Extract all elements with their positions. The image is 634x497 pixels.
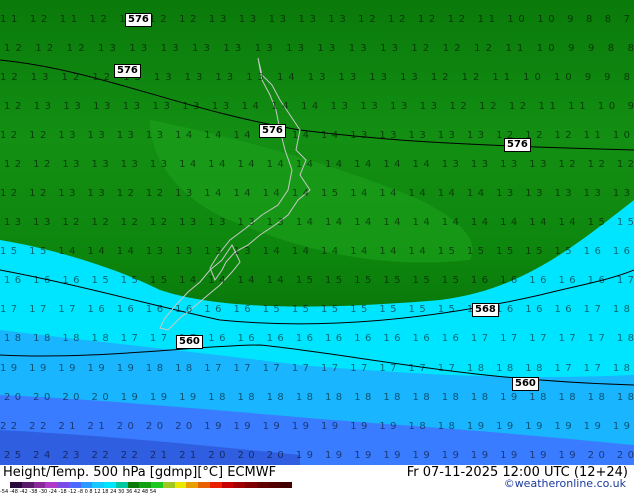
colorbar-swatch [33,482,46,488]
contour-label: 576 [259,124,286,138]
site-credit[interactable]: ©weatheronline.co.uk [504,477,626,490]
colorbar-swatch [174,482,187,488]
colorbar-swatch [268,482,281,488]
temperature-colorbar [10,482,292,488]
colorbar-swatch [115,482,128,488]
colorbar-swatch [280,482,292,488]
colorbar-swatch [139,482,151,488]
colorbar-swatch [80,482,93,488]
contour-label: 576 [114,64,141,78]
colorbar-swatch [162,482,175,488]
colorbar-swatch [221,482,234,488]
colorbar-swatch [233,482,245,488]
contour-label: 568 [472,303,499,317]
map-canvas: 11 12 11 12 12 12 12 13 13 13 13 13 12 1… [0,0,634,465]
contour-label: 576 [125,13,152,27]
colorbar-swatch [209,482,222,488]
colorbar-swatch [127,482,140,488]
contour-label: 560 [512,377,539,391]
contour-label: 560 [176,335,203,349]
map-title: Height/Temp. 500 hPa [gdmp][°C] ECMWF [3,465,277,480]
colorbar-swatch [10,482,22,488]
colorbar-ticks: -54 -48 -42 -38 -30 -24 -18 -12 -8 0 8 1… [0,489,157,495]
colorbar-swatch [68,482,81,488]
colorbar-swatch [57,482,69,488]
colorbar-swatch [186,482,198,488]
contour-label: 576 [504,138,531,152]
colorbar-swatch [104,482,116,488]
temperature-row: 12 12 12 13 13 13 13 13 13 13 13 13 13 1… [4,43,634,54]
colorbar-swatch [151,482,163,488]
colorbar-swatch [21,482,34,488]
map-footer: Height/Temp. 500 hPa [gdmp][°C] ECMWF Fr… [0,465,634,495]
colorbar-swatch [92,482,104,488]
colorbar-swatch [198,482,210,488]
colorbar-swatch [245,482,257,488]
weather-map: 11 12 11 12 12 12 12 13 13 13 13 13 12 1… [0,0,634,465]
colorbar-swatch [256,482,269,488]
colorbar-swatch [45,482,57,488]
